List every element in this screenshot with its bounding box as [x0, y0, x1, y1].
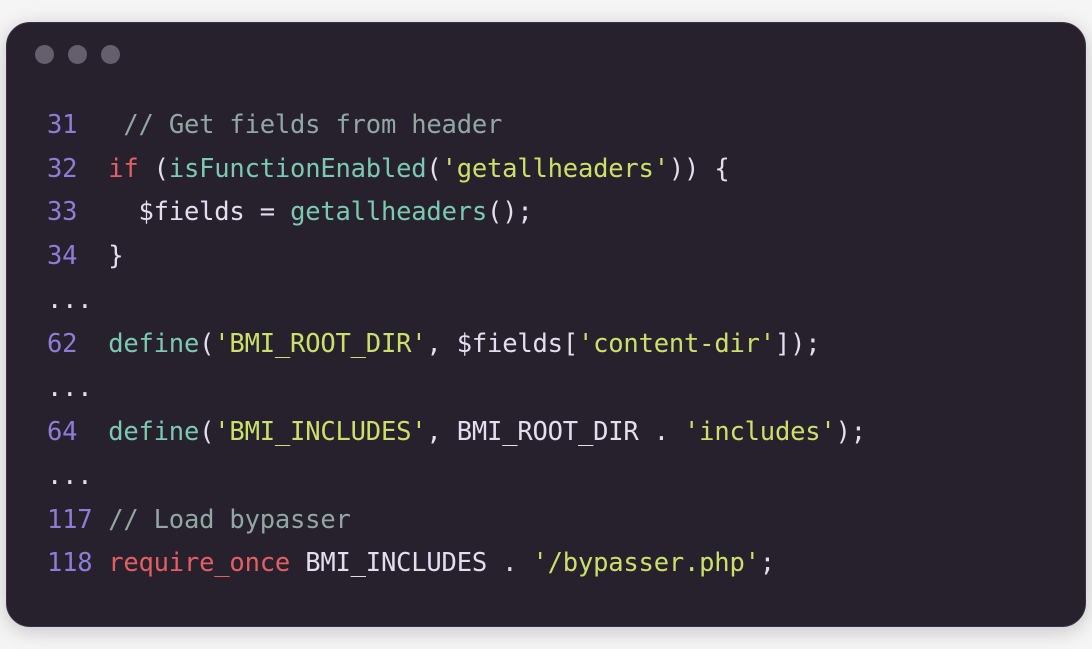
punct-token: [ [563, 323, 578, 367]
traffic-light-zoom-icon[interactable] [101, 45, 120, 64]
punct-token: ) [669, 148, 684, 192]
string-token: 'content-dir' [578, 323, 775, 367]
line-number: 117 [47, 499, 93, 543]
punct-token: ) [836, 411, 851, 455]
punct-token: ; [517, 191, 532, 235]
string-token: 'includes' [684, 411, 836, 455]
code-line: 117 // Load bypasser [47, 499, 1045, 543]
punct-token: ; [805, 323, 820, 367]
operator-token: . [487, 542, 532, 586]
code-ellipsis: ... [47, 367, 1045, 411]
function-token: isFunctionEnabled [169, 148, 427, 192]
constant-token: BMI_INCLUDES [305, 542, 487, 586]
indent [93, 104, 123, 148]
punct-token: ( [199, 323, 214, 367]
function-token: define [108, 411, 199, 455]
line-number: 118 [47, 542, 93, 586]
ellipsis-token: ... [47, 367, 92, 411]
string-token: 'BMI_INCLUDES' [214, 411, 426, 455]
code-ellipsis: ... [47, 455, 1045, 499]
punct-token: () [487, 191, 517, 235]
punct-token: ( [199, 411, 214, 455]
line-number: 34 [47, 235, 93, 279]
punct-token: ) [684, 148, 714, 192]
punct-token: ) [790, 323, 805, 367]
code-editor: 31 // Get fields from header 32 if (isFu… [7, 74, 1085, 626]
punct-token: ; [760, 542, 775, 586]
code-line: 118 require_once BMI_INCLUDES . '/bypass… [47, 542, 1045, 586]
punct-token: , [426, 323, 456, 367]
keyword-token: require_once [108, 542, 290, 586]
comment-token: // Load bypasser [108, 499, 350, 543]
line-number: 64 [47, 411, 93, 455]
constant-token: BMI_ROOT_DIR [457, 411, 639, 455]
space [290, 542, 305, 586]
variable-token: $fields [457, 323, 563, 367]
function-token: getallheaders [290, 191, 487, 235]
line-number: 33 [47, 191, 93, 235]
line-number: 31 [47, 104, 93, 148]
traffic-light-close-icon[interactable] [35, 45, 54, 64]
indent [93, 499, 108, 543]
punct-token: ( [139, 148, 169, 192]
operator-token: . [639, 411, 684, 455]
ellipsis-token: ... [47, 279, 92, 323]
punct-token: , [426, 411, 456, 455]
variable-token: $fields [139, 191, 245, 235]
function-token: define [108, 323, 199, 367]
string-token: 'getallheaders' [442, 148, 669, 192]
code-line: 32 if (isFunctionEnabled('getallheaders'… [47, 148, 1045, 192]
punct-token: ] [775, 323, 790, 367]
code-line: 62 define('BMI_ROOT_DIR', $fields['conte… [47, 323, 1045, 367]
traffic-light-minimize-icon[interactable] [68, 45, 87, 64]
operator-token: = [245, 191, 290, 235]
code-line: 31 // Get fields from header [47, 104, 1045, 148]
line-number: 32 [47, 148, 93, 192]
indent [93, 235, 108, 279]
indent [93, 323, 108, 367]
indent [93, 148, 108, 192]
keyword-token: if [108, 148, 138, 192]
indent [93, 411, 108, 455]
indent [93, 542, 108, 586]
ellipsis-token: ... [47, 455, 92, 499]
brace-token: { [714, 148, 729, 192]
code-window: 31 // Get fields from header 32 if (isFu… [6, 22, 1086, 627]
brace-token: } [108, 235, 123, 279]
punct-token: ( [426, 148, 441, 192]
string-token: '/bypasser.php' [532, 542, 759, 586]
code-line: 64 define('BMI_INCLUDES', BMI_ROOT_DIR .… [47, 411, 1045, 455]
window-titlebar [7, 23, 1085, 74]
punct-token: ; [851, 411, 866, 455]
indent [93, 191, 138, 235]
code-line: 34 } [47, 235, 1045, 279]
string-token: 'BMI_ROOT_DIR' [214, 323, 426, 367]
code-line: 33 $fields = getallheaders(); [47, 191, 1045, 235]
code-ellipsis: ... [47, 279, 1045, 323]
line-number: 62 [47, 323, 93, 367]
comment-token: // Get fields from header [123, 104, 502, 148]
